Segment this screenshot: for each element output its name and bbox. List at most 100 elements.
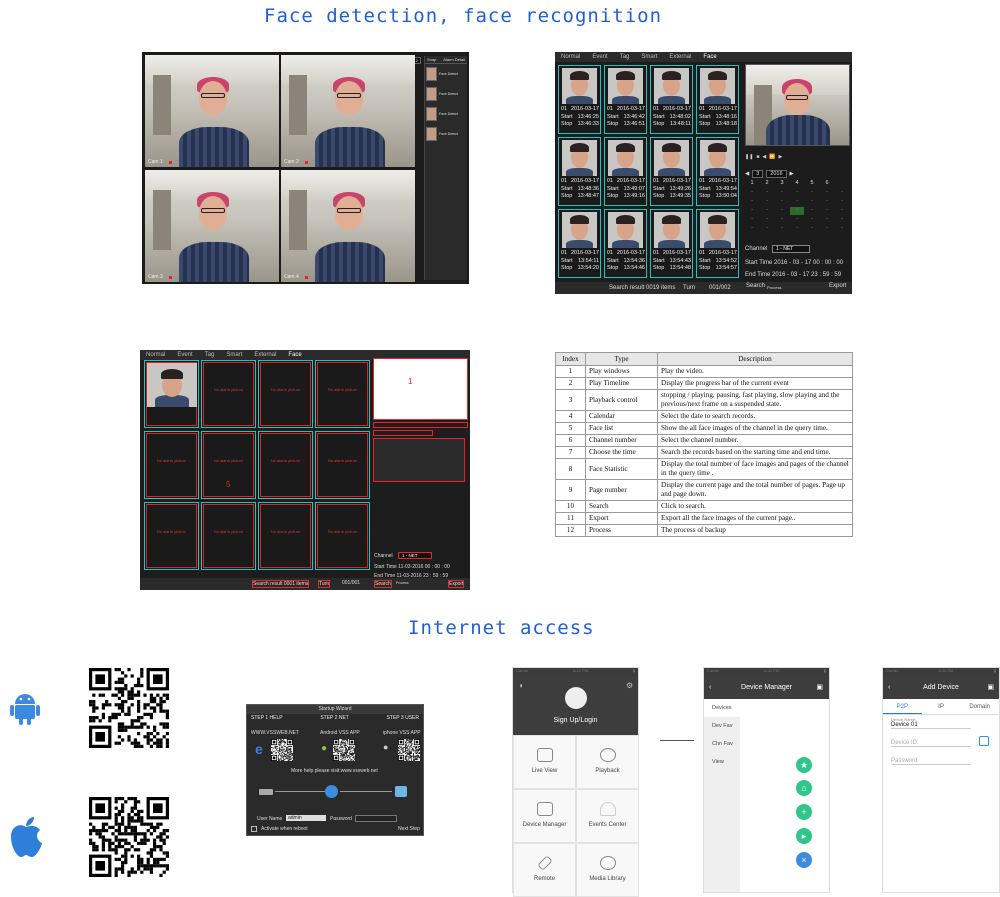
timeline-region[interactable] — [373, 422, 468, 428]
calendar-day[interactable]: · — [775, 216, 789, 224]
page-number[interactable]: 001/001 — [342, 580, 360, 586]
menu-external[interactable]: External — [669, 54, 691, 60]
fast-forward-icon[interactable]: ⏩ — [769, 154, 775, 160]
gear-icon[interactable]: ⚙ — [626, 681, 633, 690]
calendar-day[interactable]: · — [760, 225, 774, 233]
menu-face[interactable]: Face — [703, 54, 716, 60]
back-icon[interactable]: ‹ — [709, 677, 711, 699]
face-card[interactable]: 01 2016-03-17 Start 13:54:52 Stop 13:54:57 — [696, 209, 739, 278]
add-wifi-device-icon[interactable]: ★ — [796, 757, 812, 773]
next-month-icon[interactable]: ▶ — [790, 171, 794, 177]
empty-face-slot[interactable]: No alarm picture — [144, 431, 199, 499]
year-select[interactable]: 2016 — [766, 170, 787, 178]
calendar-day[interactable]: · — [760, 189, 774, 197]
calendar-day[interactable]: · — [835, 216, 849, 224]
end-time[interactable]: End Time 2016 - 03 - 17 23 : 59 : 59 — [745, 272, 841, 278]
export-button[interactable]: Export — [829, 283, 846, 289]
sidebar-item-devices[interactable]: Devices — [704, 699, 740, 717]
alarm-item[interactable]: Face Detect — [425, 124, 467, 144]
calendar-day[interactable]: · — [820, 189, 834, 197]
calendar-days[interactable]: 1 2 3 4 5 6 · · · · · · · · · · · · · · · · · · · · · · · · · · · · · · · · · ·… — [745, 180, 849, 233]
add-icon[interactable]: + — [796, 804, 812, 820]
events-center-tile[interactable]: Events Center — [576, 789, 639, 843]
camera-view[interactable]: Cam 4 — [281, 170, 415, 282]
sidebar-item-dev-fav[interactable]: Dev Fav — [704, 717, 740, 735]
playback-control-region[interactable] — [373, 430, 433, 436]
export-button[interactable]: Export — [448, 580, 465, 588]
tab-domain[interactable]: Domain — [960, 699, 999, 714]
menu-normal[interactable]: Normal — [146, 352, 165, 358]
prev-month-icon[interactable]: ◀ — [745, 171, 749, 177]
calendar-day[interactable]: · — [805, 189, 819, 197]
playback-window[interactable] — [745, 64, 850, 146]
calendar-day[interactable]: · — [805, 216, 819, 224]
alarm-item[interactable]: Face Detect — [425, 64, 467, 84]
bell-icon[interactable]: ◑ — [518, 681, 523, 690]
calendar-day[interactable]: · — [760, 207, 774, 215]
menu-smart[interactable]: Smart — [226, 352, 242, 358]
camera-view[interactable]: Cam 1 — [145, 55, 279, 167]
calendar-day[interactable]: · — [745, 216, 759, 224]
activate-checkbox[interactable] — [251, 826, 257, 832]
play-icon[interactable]: ▸ — [796, 828, 812, 844]
camera-view[interactable]: Cam 2 — [281, 55, 415, 167]
calendar-day[interactable]: · — [760, 198, 774, 206]
start-time[interactable]: Start Time 2016 - 03 - 17 00 : 00 : 00 — [745, 260, 843, 266]
sidebar-item-view[interactable]: View — [704, 753, 740, 771]
password-field[interactable] — [355, 815, 397, 822]
playback-tile[interactable]: Playback — [576, 735, 639, 789]
face-card[interactable]: 01 2016-03-17 Start 13:49:26 Stop 13:49:35 — [650, 137, 693, 206]
pause-icon[interactable]: ❚❚ — [745, 154, 753, 160]
password-field[interactable]: Password — [891, 758, 971, 765]
username-select[interactable]: admin — [286, 815, 326, 821]
menu-event[interactable]: Event — [177, 352, 192, 358]
menu-external[interactable]: External — [254, 352, 276, 358]
empty-face-slot[interactable]: No alarm picture — [201, 502, 256, 570]
face-card[interactable]: 01 2016-03-17 Start 13:54:36 Stop 13:54:46 — [604, 209, 647, 278]
device-name-field[interactable]: Device Name: Device 01 — [891, 717, 971, 729]
face-card[interactable]: 01 2016-03-17 Start 13:49:07 Stop 13:49:16 — [604, 137, 647, 206]
face-card[interactable]: 01 2016-03-17 Start 13:54:43 Stop 13:54:48 — [650, 209, 693, 278]
media-library-tile[interactable]: Media Library — [576, 843, 639, 897]
page-number[interactable]: 001/002 — [709, 285, 731, 291]
trash-icon[interactable]: ▣ — [816, 677, 823, 699]
camera-view[interactable]: Cam 3 — [145, 170, 279, 282]
calendar-day[interactable]: · — [790, 189, 804, 197]
alarm-list[interactable]: Snap Alarm Detail Face Detect Face Detec… — [424, 56, 467, 280]
face-card[interactable]: 01 2016-03-17 Start 13:48:16 Stop 13:48:18 — [696, 65, 739, 134]
face-card[interactable]: 01 2016-03-17 Start 13:46:25 Stop 13:46:33 — [558, 65, 601, 134]
device-manager-tile[interactable]: Device Manager — [513, 789, 576, 843]
calendar[interactable]: ◀ 3 2016 ▶ 1 2 3 4 5 6 · · · · · · · · · · · · · · · · · · · · · · ·… — [745, 170, 849, 233]
calendar-day[interactable]: · — [745, 225, 759, 233]
calendar-day[interactable]: · — [775, 225, 789, 233]
menu-tag[interactable]: Tag — [620, 54, 630, 60]
tab-p2p[interactable]: P2P — [883, 699, 922, 714]
empty-face-slot[interactable]: No alarm picture — [201, 360, 256, 428]
empty-face-slot[interactable]: No alarm picture — [315, 431, 370, 499]
face-card[interactable]: 01 2016-03-17 Start 13:48:02 Stop 13:48:11 — [650, 65, 693, 134]
channel-select[interactable]: 1 - NET — [772, 245, 810, 253]
calendar-day[interactable]: · — [790, 216, 804, 224]
close-icon[interactable]: × — [796, 852, 812, 868]
menu-event[interactable]: Event — [592, 54, 607, 60]
menu-normal[interactable]: Normal — [561, 54, 580, 60]
avatar[interactable] — [565, 687, 587, 709]
tab-ip[interactable]: IP — [922, 699, 961, 714]
empty-face-slot[interactable]: No alarm picture — [258, 360, 313, 428]
sidebar-item-chn-fav[interactable]: Chn Fav — [704, 735, 740, 753]
next-step-button[interactable]: Next Step — [398, 826, 420, 832]
calendar-day[interactable]: · — [805, 207, 819, 215]
channel-select[interactable]: 1 - NET — [398, 552, 432, 559]
menu-face[interactable]: Face — [288, 352, 301, 358]
sign-in-link[interactable]: Sign Up/Login — [513, 717, 638, 724]
empty-face-slot[interactable]: No alarm picture — [258, 502, 313, 570]
save-icon[interactable]: ▣ — [987, 677, 994, 699]
smart-config-icon[interactable]: ⌂ — [796, 780, 812, 796]
calendar-day[interactable]: · — [760, 216, 774, 224]
play-window-region[interactable]: 1 — [373, 358, 468, 420]
calendar-day[interactable]: · — [805, 198, 819, 206]
empty-face-slot[interactable]: No alarm picture — [315, 360, 370, 428]
calendar-region[interactable] — [373, 438, 465, 482]
calendar-day[interactable]: · — [745, 189, 759, 197]
menu-smart[interactable]: Smart — [641, 54, 657, 60]
